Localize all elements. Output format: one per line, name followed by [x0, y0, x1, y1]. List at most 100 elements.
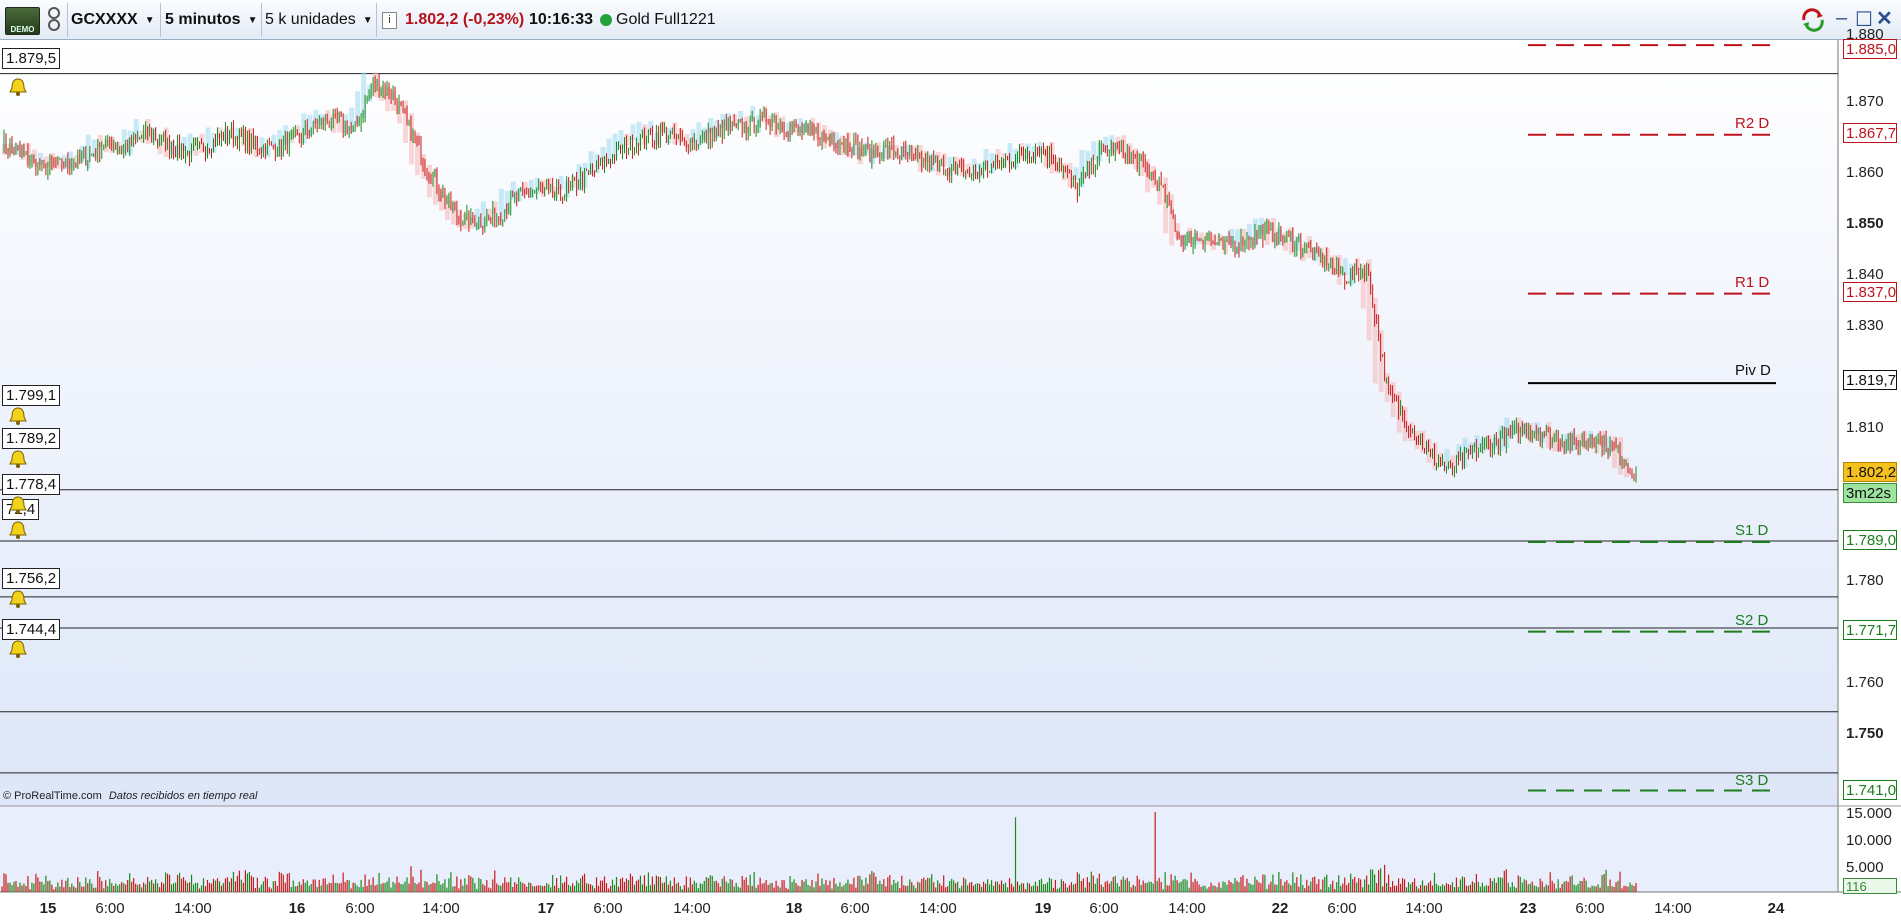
- ichimoku-cloud: [851, 144, 857, 156]
- tag-s1: 1.789,0: [1843, 530, 1897, 550]
- tag-top: 1.885,0: [1843, 39, 1897, 59]
- ichimoku-cloud: [1324, 247, 1330, 266]
- alert-label[interactable]: 1.879,5: [2, 48, 61, 69]
- x-tick: 14:00: [174, 900, 212, 917]
- units-selector[interactable]: 5 k unidades ▼: [265, 0, 375, 40]
- x-tick: 14:00: [919, 900, 957, 917]
- x-tick: 6:00: [840, 900, 870, 917]
- x-tick: 6:00: [1327, 900, 1357, 917]
- ichimoku-cloud: [558, 175, 564, 190]
- tag-s2: 1.771,7: [1843, 620, 1897, 640]
- symbol-selector[interactable]: GCXXXX ▼: [71, 0, 159, 40]
- chevron-down-icon: ▼: [247, 14, 258, 26]
- info-button[interactable]: i: [382, 0, 397, 40]
- link-icon[interactable]: [42, 0, 66, 40]
- attribution-note: Datos recibidos en tiempo real: [108, 790, 258, 802]
- ichimoku-cloud: [630, 124, 636, 141]
- status-indicator: Gold Full1221: [600, 0, 716, 40]
- pivot-label-s2: S2 D: [1735, 612, 1769, 629]
- y-tick: 1.780: [1846, 572, 1884, 589]
- symbol-label: GCXXXX: [71, 11, 138, 28]
- alert-label[interactable]: 1.744,4: [2, 619, 61, 640]
- timeframe-selector[interactable]: 5 minutos ▼: [165, 0, 260, 40]
- pivot-label-s3: S3 D: [1735, 772, 1769, 789]
- pivot-label-piv: Piv D: [1735, 362, 1771, 379]
- volume-current: 116: [1843, 878, 1897, 894]
- y-tick: 1.810: [1846, 419, 1884, 436]
- info-icon: i: [382, 11, 397, 29]
- x-tick: 15: [39, 900, 57, 917]
- ichimoku-cloud: [1372, 297, 1378, 384]
- ichimoku-cloud: [1378, 330, 1384, 393]
- timeframe-label: 5 minutos: [165, 11, 241, 28]
- ichimoku-cloud: [498, 188, 504, 222]
- ichimoku-cloud: [265, 145, 271, 158]
- attribution-text: © ProRealTime.com: [3, 790, 102, 802]
- ichimoku-cloud: [1618, 437, 1624, 475]
- y-tick: 1.860: [1846, 164, 1884, 181]
- ichimoku-cloud: [941, 153, 947, 167]
- pivot-label-s1: S1 D: [1735, 522, 1769, 539]
- bell-icon[interactable]: [7, 494, 29, 516]
- demo-badge: DEMO: [5, 7, 40, 35]
- x-tick: 6:00: [1575, 900, 1605, 917]
- attribution: © ProRealTime.com Datos recibidos en tie…: [3, 790, 257, 802]
- y-tick: 1.840: [1846, 266, 1884, 283]
- x-tick: 19: [1034, 900, 1052, 917]
- countdown-tag: 3m22s: [1843, 483, 1897, 503]
- alert-label[interactable]: 1.756,2: [2, 568, 61, 589]
- alert-label[interactable]: 1.778,4: [2, 474, 61, 495]
- bell-icon[interactable]: [7, 519, 29, 541]
- ichimoku-cloud: [1169, 194, 1175, 246]
- x-tick: 6:00: [345, 900, 375, 917]
- x-tick: 14:00: [1168, 900, 1206, 917]
- ichimoku-cloud: [582, 162, 588, 188]
- units-label: 5 k unidades: [265, 11, 356, 28]
- tag-s3: 1.741,0: [1843, 780, 1897, 800]
- y-tick: 1.760: [1846, 674, 1884, 691]
- y-tick: 1.750: [1846, 725, 1884, 742]
- ichimoku-cloud: [816, 122, 822, 140]
- volume-tick: 10.000: [1846, 832, 1892, 849]
- bell-icon[interactable]: [7, 448, 29, 470]
- y-tick: 1.830: [1846, 317, 1884, 334]
- pivot-label-r2: R2 D: [1735, 115, 1770, 132]
- tag-piv: 1.819,7: [1843, 370, 1897, 390]
- y-tick: 1.850: [1846, 215, 1884, 232]
- live-status-icon: [600, 14, 612, 26]
- x-tick: 6:00: [1089, 900, 1119, 917]
- instrument-label: Gold Full1221: [616, 11, 716, 28]
- ichimoku-cloud: [492, 201, 498, 214]
- tag-r1: 1.837,0: [1843, 282, 1897, 302]
- price-chart[interactable]: [0, 40, 1901, 922]
- x-tick: 14:00: [1405, 900, 1443, 917]
- x-tick: 23: [1519, 900, 1537, 917]
- x-tick: 16: [288, 900, 306, 917]
- ichimoku-cloud: [1342, 257, 1348, 276]
- alert-label[interactable]: 1.799,1: [2, 385, 61, 406]
- ichimoku-cloud: [325, 110, 331, 122]
- bell-icon[interactable]: [7, 76, 29, 98]
- ichimoku-cloud: [624, 133, 630, 147]
- volume-tick: 15.000: [1846, 805, 1892, 822]
- bell-icon[interactable]: [7, 588, 29, 610]
- x-tick: 22: [1271, 900, 1289, 917]
- alert-label[interactable]: 1.789,2: [2, 428, 61, 449]
- chart-panel[interactable]: 1.879,5 1.799,1 1.789,2 1.778,4 72,4 1.7…: [0, 26, 1901, 922]
- sync-icon[interactable]: [1800, 8, 1826, 38]
- x-tick: 14:00: [422, 900, 460, 917]
- x-tick: 14:00: [1654, 900, 1692, 917]
- ichimoku-cloud: [1450, 455, 1456, 468]
- toolbar: DEMO GCXXXX ▼ 5 minutos ▼ 5 k unidades ▼ i …: [0, 0, 1901, 40]
- bell-icon[interactable]: [7, 638, 29, 660]
- price-change: 1.802,2 (-0,23%): [405, 11, 525, 28]
- chevron-down-icon: ▼: [362, 14, 373, 26]
- x-tick: 24: [1767, 900, 1785, 917]
- chevron-down-icon: ▼: [144, 14, 155, 26]
- x-tick: 17: [537, 900, 555, 917]
- current-price-tag: 1.802,2: [1843, 462, 1897, 482]
- ichimoku-cloud: [1091, 141, 1097, 161]
- ichimoku-cloud: [1073, 167, 1079, 181]
- volume-tick: 5.000: [1846, 859, 1884, 876]
- bell-icon[interactable]: [7, 405, 29, 427]
